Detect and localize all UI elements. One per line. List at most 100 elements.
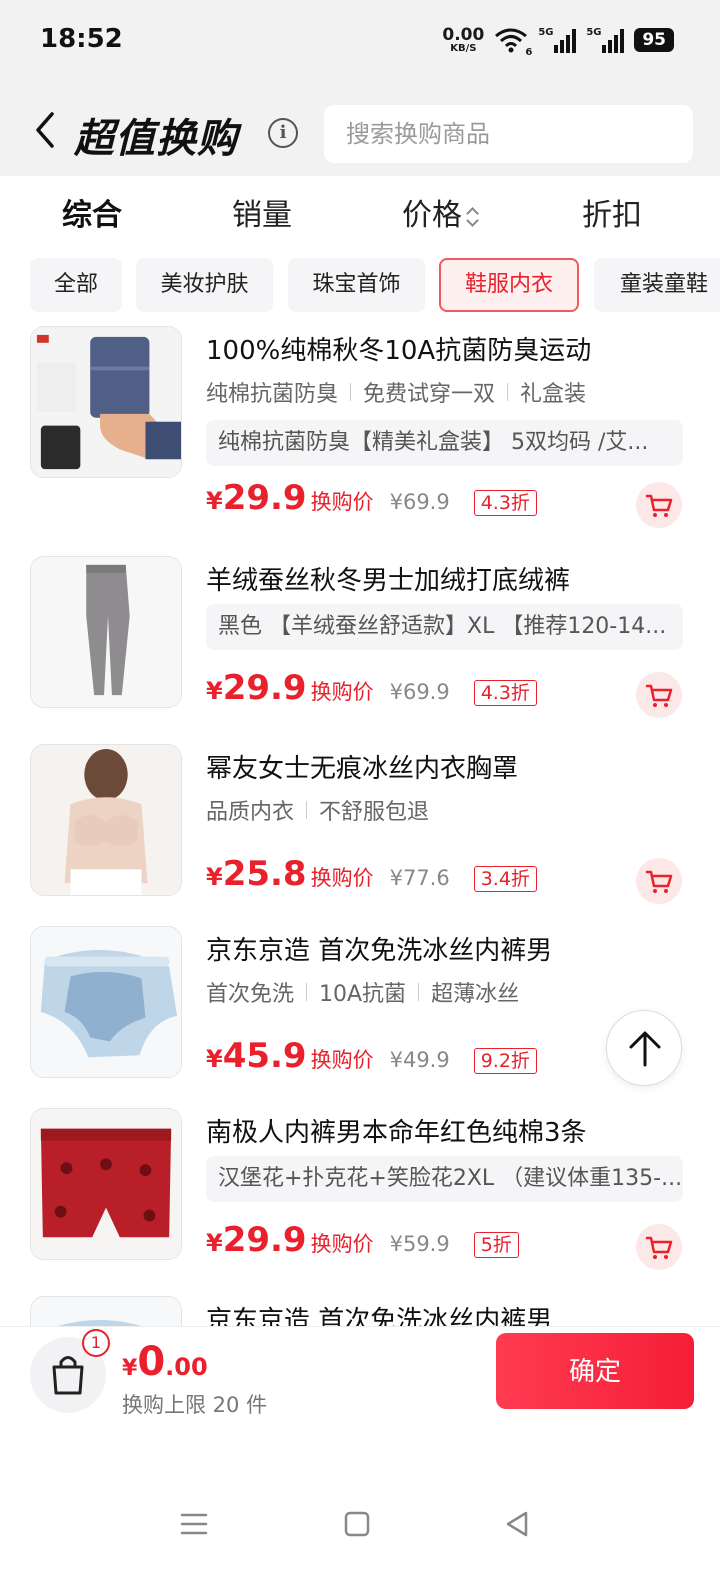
info-icon[interactable]: i xyxy=(268,118,298,148)
status-time: 18:52 xyxy=(40,24,123,54)
original-price: ¥69.9 xyxy=(389,490,450,514)
product-tag: 礼盒装 xyxy=(520,382,587,407)
net-speed-value: 0.00 xyxy=(442,24,485,45)
cart-count-badge: 1 xyxy=(82,1329,110,1357)
price-label: 换购价 xyxy=(310,490,374,514)
menu-nav-icon[interactable] xyxy=(174,1504,214,1544)
price-label: 换购价 xyxy=(310,866,374,890)
product-tag: 品质内衣 xyxy=(206,800,295,825)
product-tag: 不舒服包退 xyxy=(319,800,430,825)
chip-beauty[interactable]: 美妆护肤 xyxy=(136,258,273,312)
product-tag: 免费试穿一双 xyxy=(363,382,496,407)
system-nav-bar xyxy=(0,1424,720,1584)
currency-symbol: ¥ xyxy=(206,1229,223,1257)
chip-clothing-underwear[interactable]: 鞋服内衣 xyxy=(439,258,579,312)
briefs-icon[interactable] xyxy=(30,1296,182,1326)
cart-icon xyxy=(645,870,673,893)
price-row: ¥ 29.9 换购价 ¥69.9 4.3折 xyxy=(206,668,537,712)
product-list: 100%纯棉秋冬10A抗菌防臭运动 纯棉抗菌防臭 免费试穿一双 礼盒装 纯棉抗菌… xyxy=(0,318,720,1326)
search-input[interactable] xyxy=(324,105,693,163)
status-icons: 0.00 KB/S 6 5G 5G 95 xyxy=(442,24,674,58)
chip-jewelry[interactable]: 珠宝首饰 xyxy=(288,258,425,312)
briefs-icon[interactable] xyxy=(30,926,182,1078)
cart-icon xyxy=(645,494,673,517)
product-item[interactable]: 南极人内裤男本命年红色纯棉3条 汉堡花+扑克花+笑脸花2XL （建议体重135-… xyxy=(0,1100,720,1288)
product-title: 幂友女士无痕冰丝内衣胸罩 xyxy=(206,754,519,784)
chip-all[interactable]: 全部 xyxy=(30,258,122,312)
total-integer: 0 xyxy=(137,1339,166,1385)
wifi-icon: 6 xyxy=(494,26,532,58)
price-label: 换购价 xyxy=(310,680,374,704)
discount-badge: 3.4折 xyxy=(473,866,537,892)
product-title: 100%纯棉秋冬10A抗菌防臭运动 xyxy=(206,336,592,366)
tab-comprehensive[interactable]: 综合 xyxy=(62,190,122,234)
exchange-limit-text: 换购上限 20 件 xyxy=(122,1393,268,1417)
signal-icon-2: 5G xyxy=(586,27,625,53)
home-nav-icon[interactable] xyxy=(337,1504,377,1544)
tab-price-label: 价格 xyxy=(402,198,462,233)
price-label: 换购价 xyxy=(310,1232,374,1256)
product-title: 羊绒蚕丝秋冬男士加绒打底绒裤 xyxy=(206,566,571,596)
original-price: ¥49.9 xyxy=(389,1048,450,1072)
red-boxers-icon[interactable] xyxy=(30,1108,182,1260)
product-tag: 纯棉抗菌防臭 xyxy=(206,382,339,407)
product-tag: 10A抗菌 xyxy=(319,982,407,1007)
product-tags: 首次免洗 10A抗菌 超薄冰丝 xyxy=(206,976,519,1008)
product-spec-selector[interactable]: 纯棉抗菌防臭【精美礼盒装】 5双均码 /艾... xyxy=(206,420,683,466)
tab-discount[interactable]: 折扣 xyxy=(582,190,642,234)
original-price: ¥69.9 xyxy=(389,680,450,704)
tab-price[interactable]: 价格 xyxy=(402,190,480,234)
bra-icon[interactable] xyxy=(30,744,182,896)
cart-icon xyxy=(645,1236,673,1259)
product-item[interactable]: 京东京造 首次免洗冰丝内裤男 xyxy=(0,1288,720,1326)
exchange-price: 29.9 xyxy=(222,1220,307,1260)
confirm-button[interactable]: 确定 xyxy=(496,1333,694,1409)
product-title: 京东京造 首次免洗冰丝内裤男 xyxy=(206,1306,553,1326)
add-to-cart-button[interactable] xyxy=(636,858,682,904)
total-price: ¥ 0 .00 xyxy=(122,1339,208,1385)
add-to-cart-button[interactable] xyxy=(636,1224,682,1270)
chip-kids[interactable]: 童装童鞋 xyxy=(594,258,720,312)
add-to-cart-button[interactable] xyxy=(636,672,682,718)
price-label: 换购价 xyxy=(310,1048,374,1072)
product-tag: 超薄冰丝 xyxy=(431,982,520,1007)
sort-arrows-icon xyxy=(466,205,480,229)
tab-sales[interactable]: 销量 xyxy=(232,190,292,234)
socks-icon[interactable] xyxy=(30,326,182,478)
long-johns-icon[interactable] xyxy=(30,556,182,708)
battery-indicator: 95 xyxy=(634,28,674,52)
network-speed: 0.00 KB/S xyxy=(442,24,485,54)
product-item[interactable]: 幂友女士无痕冰丝内衣胸罩 品质内衣 不舒服包退 ¥ 25.8 换购价 ¥77.6… xyxy=(0,736,720,924)
price-row: ¥ 45.9 换购价 ¥49.9 9.2折 xyxy=(206,1036,537,1080)
category-chips: 全部 美妆护肤 珠宝首饰 鞋服内衣 童装童鞋 xyxy=(0,258,720,312)
back-nav-icon[interactable] xyxy=(498,1504,538,1544)
price-row: ¥ 29.9 换购价 ¥69.9 4.3折 xyxy=(206,478,537,522)
product-spec-selector[interactable]: 汉堡花+扑克花+笑脸花2XL （建议体重135-... xyxy=(206,1156,683,1202)
price-row: ¥ 29.9 换购价 ¥59.9 5折 xyxy=(206,1220,519,1264)
exchange-price: 29.9 xyxy=(222,668,307,708)
currency-symbol: ¥ xyxy=(206,863,223,891)
page-header: 超值换购 i xyxy=(0,80,720,176)
discount-badge: 5折 xyxy=(473,1232,519,1258)
product-item[interactable]: 100%纯棉秋冬10A抗菌防臭运动 纯棉抗菌防臭 免费试穿一双 礼盒装 纯棉抗菌… xyxy=(0,318,720,528)
currency-symbol: ¥ xyxy=(206,677,223,705)
wifi-sub-label: 6 xyxy=(525,47,533,58)
signal-icon-1: 5G xyxy=(538,27,577,53)
original-price: ¥77.6 xyxy=(389,866,450,890)
signal-2-label: 5G xyxy=(586,27,602,38)
product-spec-selector[interactable]: 黑色 【羊绒蚕丝舒适款】XL 【推荐120-14... xyxy=(206,604,683,650)
product-tag: 首次免洗 xyxy=(206,982,295,1007)
original-price: ¥59.9 xyxy=(389,1232,450,1256)
discount-badge: 9.2折 xyxy=(473,1048,537,1074)
product-tags: 品质内衣 不舒服包退 xyxy=(206,794,429,826)
search-box[interactable] xyxy=(324,105,693,163)
net-speed-unit: KB/S xyxy=(450,42,477,54)
product-title: 南极人内裤男本命年红色纯棉3条 xyxy=(206,1118,587,1148)
product-item[interactable]: 羊绒蚕丝秋冬男士加绒打底绒裤 黑色 【羊绒蚕丝舒适款】XL 【推荐120-14.… xyxy=(0,548,720,736)
add-to-cart-button[interactable] xyxy=(636,482,682,528)
arrow-up-icon xyxy=(629,1031,661,1067)
cart-icon xyxy=(645,684,673,707)
scroll-to-top-button[interactable] xyxy=(606,1010,682,1086)
back-arrow-icon[interactable] xyxy=(28,110,64,150)
product-title: 京东京造 首次免洗冰丝内裤男 xyxy=(206,936,553,966)
